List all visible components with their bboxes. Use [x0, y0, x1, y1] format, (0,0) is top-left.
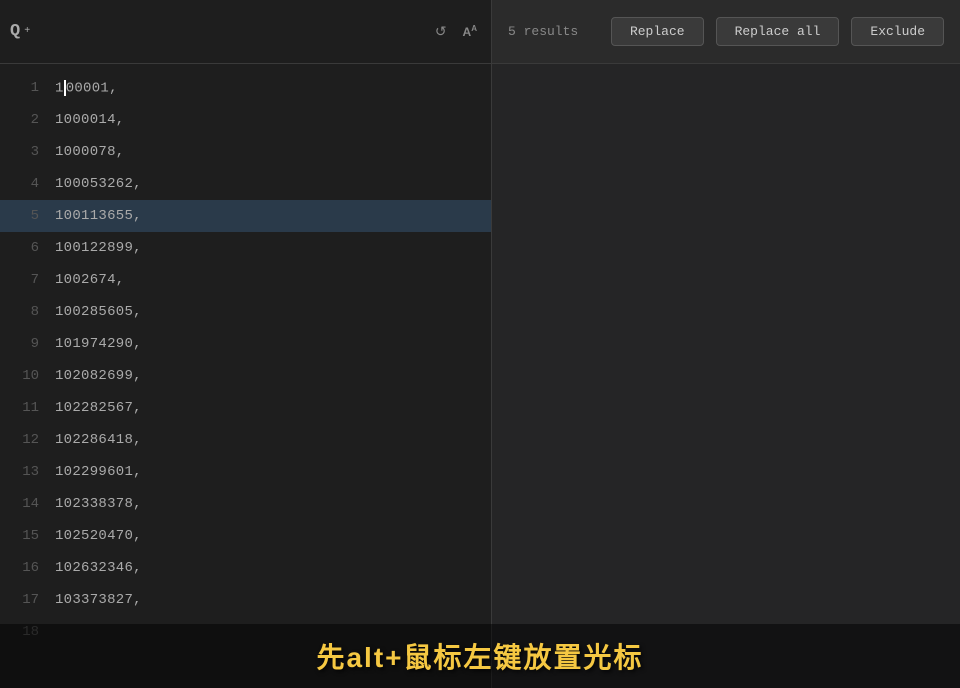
- line-number: 6: [0, 240, 55, 256]
- line-content: 102082699,: [55, 368, 142, 384]
- search-plus-icon: +: [24, 26, 30, 37]
- line-content: 1002674,: [55, 272, 124, 288]
- table-row[interactable]: 16102632346,: [0, 552, 491, 584]
- table-row[interactable]: 10102082699,: [0, 360, 491, 392]
- search-input[interactable]: [38, 24, 423, 40]
- line-number: 17: [0, 592, 55, 608]
- refresh-icon: ↺: [435, 23, 447, 40]
- line-content: 100122899,: [55, 240, 142, 256]
- search-icon-wrap: Q +: [10, 22, 30, 41]
- subtitle-bar: 先alt+鼠标左键放置光标: [0, 624, 960, 688]
- line-number: 12: [0, 432, 55, 448]
- table-row[interactable]: 71002674,: [0, 264, 491, 296]
- replace-panel: 5 results Replace Replace all Exclude: [492, 0, 960, 63]
- search-action-icons: ↺ AA: [431, 19, 481, 44]
- line-content: 102632346,: [55, 560, 142, 576]
- table-row[interactable]: 9101974290,: [0, 328, 491, 360]
- line-number: 4: [0, 176, 55, 192]
- results-label: 5 results: [508, 24, 578, 39]
- line-number: 9: [0, 336, 55, 352]
- table-row[interactable]: 31000078,: [0, 136, 491, 168]
- line-content: 100113655,: [55, 208, 142, 224]
- line-number: 13: [0, 464, 55, 480]
- exclude-button[interactable]: Exclude: [851, 17, 944, 46]
- line-number: 1: [0, 80, 55, 96]
- table-row[interactable]: 6100122899,: [0, 232, 491, 264]
- table-row[interactable]: 11102282567,: [0, 392, 491, 424]
- table-row[interactable]: 17103373827,: [0, 584, 491, 616]
- case-sensitive-button[interactable]: AA: [459, 20, 481, 43]
- line-content: 102520470,: [55, 528, 142, 544]
- table-row[interactable]: 8100285605,: [0, 296, 491, 328]
- case-icon: AA: [463, 24, 477, 39]
- line-content: 1000078,: [55, 144, 124, 160]
- line-content: 103373827,: [55, 592, 142, 608]
- table-row[interactable]: 1100001,: [0, 72, 491, 104]
- refresh-button[interactable]: ↺: [431, 19, 451, 44]
- table-row[interactable]: 4100053262,: [0, 168, 491, 200]
- line-content: 101974290,: [55, 336, 142, 352]
- line-number: 5: [0, 208, 55, 224]
- replace-button[interactable]: Replace: [611, 17, 704, 46]
- replace-all-button[interactable]: Replace all: [716, 17, 840, 46]
- table-row[interactable]: 12102286418,: [0, 424, 491, 456]
- toolbar: Q + ↺ AA 5 results Replace Replace all E…: [0, 0, 960, 64]
- line-content: 102282567,: [55, 400, 142, 416]
- right-panel: [492, 64, 960, 688]
- line-content: 102299601,: [55, 464, 142, 480]
- search-panel: Q + ↺ AA: [0, 0, 492, 63]
- line-number: 14: [0, 496, 55, 512]
- line-number: 11: [0, 400, 55, 416]
- table-row[interactable]: 14102338378,: [0, 488, 491, 520]
- line-number: 16: [0, 560, 55, 576]
- line-number: 8: [0, 304, 55, 320]
- line-content: 100285605,: [55, 304, 142, 320]
- editor-area: 1100001,21000014,31000078,4100053262,510…: [0, 64, 960, 688]
- line-number: 15: [0, 528, 55, 544]
- line-number: 7: [0, 272, 55, 288]
- subtitle-text: 先alt+鼠标左键放置光标: [316, 636, 643, 676]
- line-content: 100001,: [55, 80, 118, 97]
- table-row[interactable]: 5100113655,: [0, 200, 491, 232]
- table-row[interactable]: 21000014,: [0, 104, 491, 136]
- line-number: 10: [0, 368, 55, 384]
- line-content: 100053262,: [55, 176, 142, 192]
- line-number: 3: [0, 144, 55, 160]
- line-content: 102286418,: [55, 432, 142, 448]
- line-content: 1000014,: [55, 112, 124, 128]
- search-icon: Q: [10, 22, 20, 41]
- line-content: 102338378,: [55, 496, 142, 512]
- code-panel[interactable]: 1100001,21000014,31000078,4100053262,510…: [0, 64, 492, 688]
- line-number: 2: [0, 112, 55, 128]
- table-row[interactable]: 15102520470,: [0, 520, 491, 552]
- code-lines: 1100001,21000014,31000078,4100053262,510…: [0, 64, 491, 656]
- table-row[interactable]: 13102299601,: [0, 456, 491, 488]
